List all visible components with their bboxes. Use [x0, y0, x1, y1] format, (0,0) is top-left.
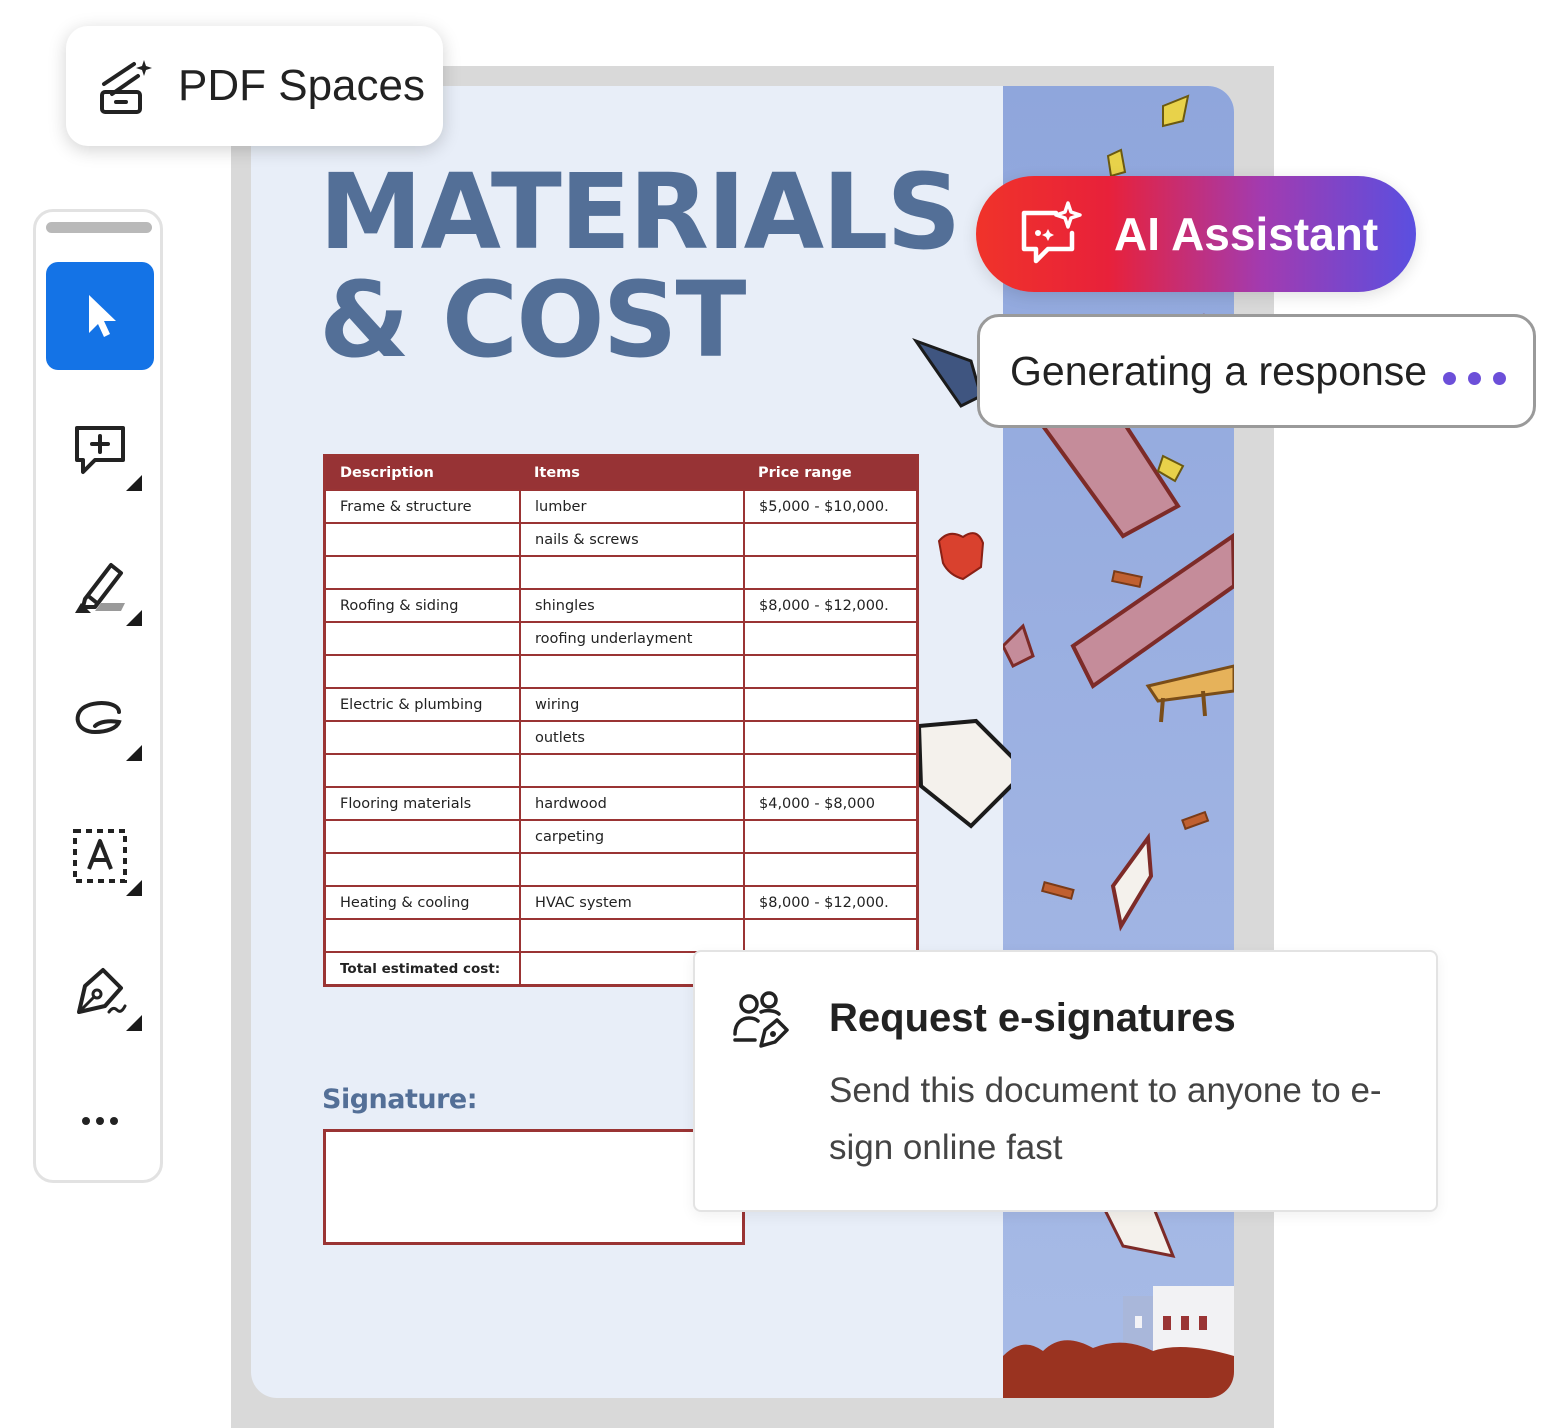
add-comment-icon: [75, 426, 125, 474]
cell-price: $8,000 - $12,000.: [743, 588, 918, 622]
cell-price: [743, 720, 918, 754]
table-row: roofing underlayment: [324, 621, 918, 655]
esign-description: Send this document to anyone to e-sign o…: [829, 1071, 1382, 1167]
submenu-indicator: [126, 880, 142, 896]
cell-items: [519, 555, 744, 589]
ai-chat-sparkle-icon: [1021, 201, 1082, 264]
cell-description: Frame & structure: [324, 489, 520, 523]
select-tool-button[interactable]: [46, 262, 154, 370]
cell-description: [324, 918, 520, 952]
table-row: Frame & structure lumber $5,000 - $10,00…: [324, 489, 918, 523]
more-icon: [82, 1117, 118, 1125]
pen-sign-icon: [77, 968, 127, 1014]
loading-dots-icon: [1443, 358, 1507, 385]
cell-price: [743, 687, 918, 721]
cell-description: Roofing & siding: [324, 588, 520, 622]
generating-response-text: Generating a response: [1010, 347, 1428, 394]
table-row: [324, 852, 918, 886]
column-header-price-range: Price range: [744, 455, 918, 490]
cell-items: shingles: [519, 588, 744, 622]
cell-items: roofing underlayment: [519, 621, 744, 655]
request-signature-icon: [733, 991, 789, 1048]
table-row: Electric & plumbing wiring: [324, 687, 918, 721]
submenu-indicator: [126, 1015, 142, 1031]
table-header-row: Description Items Price range: [324, 455, 918, 490]
submenu-indicator: [126, 475, 142, 491]
cell-price: [743, 918, 918, 952]
highlight-tool-button[interactable]: [46, 532, 154, 640]
request-esignatures-card[interactable]: Request e-signatures Send this document …: [693, 950, 1438, 1212]
freehand-draw-icon: [75, 701, 122, 735]
cell-description: Flooring materials: [324, 786, 520, 820]
highlighter-icon: [75, 563, 125, 613]
cell-description: [324, 555, 520, 589]
cell-items: [519, 654, 744, 688]
signature-label: Signature:: [322, 1084, 478, 1115]
cell-price: [743, 654, 918, 688]
cell-items: wiring: [519, 687, 744, 721]
cell-price: $5,000 - $10,000.: [743, 489, 918, 523]
esign-title: Request e-signatures: [829, 996, 1236, 1040]
column-header-description: Description: [324, 455, 520, 490]
cell-items: lumber: [519, 489, 744, 523]
cell-description: [324, 654, 520, 688]
cell-description: [324, 753, 520, 787]
pdf-spaces-label: PDF Spaces: [178, 61, 425, 110]
cell-price: [743, 522, 918, 556]
comment-tool-button[interactable]: [46, 397, 154, 505]
cursor-icon: [89, 295, 116, 337]
cell-items: carpeting: [519, 819, 744, 853]
pdf-spaces-icon: [100, 60, 152, 114]
cell-price: [743, 852, 918, 886]
cell-price: [743, 753, 918, 787]
cell-items: outlets: [519, 720, 744, 754]
ai-assistant-button[interactable]: AI Assistant: [976, 176, 1416, 292]
cell-items: hardwood: [519, 786, 744, 820]
cell-price: [743, 555, 918, 589]
tools-toolbar: [33, 209, 163, 1183]
cell-description: Heating & cooling: [324, 885, 520, 919]
draw-tool-button[interactable]: [46, 667, 154, 775]
cell-description: [324, 852, 520, 886]
submenu-indicator: [126, 610, 142, 626]
table-row: Roofing & siding shingles $8,000 - $12,0…: [324, 588, 918, 622]
cell-price: [743, 819, 918, 853]
cell-price: $8,000 - $12,000.: [743, 885, 918, 919]
table-row: [324, 654, 918, 688]
cell-description: Electric & plumbing: [324, 687, 520, 721]
column-header-items: Items: [520, 455, 744, 490]
cell-items: [519, 753, 744, 787]
cell-description: [324, 819, 520, 853]
table-row: carpeting: [324, 819, 918, 853]
ai-response-status: Generating a response: [977, 314, 1536, 428]
cell-description: [324, 522, 520, 556]
cell-items: [519, 918, 744, 952]
cell-items: [519, 852, 744, 886]
cell-items: HVAC system: [519, 885, 744, 919]
toolbar-drag-handle[interactable]: [46, 222, 152, 233]
cell-description: [324, 720, 520, 754]
pdf-spaces-button[interactable]: PDF Spaces: [66, 26, 443, 146]
document-title: MATERIALS & COST: [319, 151, 961, 381]
cell-description: [324, 621, 520, 655]
table-row: Flooring materials hardwood $4,000 - $8,…: [324, 786, 918, 820]
sign-tool-button[interactable]: [46, 937, 154, 1045]
ai-assistant-label: AI Assistant: [1114, 208, 1379, 260]
materials-cost-table: Description Items Price range Frame & st…: [323, 454, 919, 987]
text-box-icon: [73, 829, 127, 883]
more-tools-button[interactable]: [46, 1067, 154, 1175]
table-row: outlets: [324, 720, 918, 754]
signature-field[interactable]: [323, 1129, 745, 1245]
text-tool-button[interactable]: [46, 802, 154, 910]
table-row: Heating & cooling HVAC system $8,000 - $…: [324, 885, 918, 919]
cell-items: nails & screws: [519, 522, 744, 556]
table-row: [324, 753, 918, 787]
cell-price: $4,000 - $8,000: [743, 786, 918, 820]
cell-price: [743, 621, 918, 655]
table-row: [324, 555, 918, 589]
total-estimated-cost-label: Total estimated cost:: [324, 951, 520, 986]
table-row: [324, 918, 918, 952]
table-row: nails & screws: [324, 522, 918, 556]
submenu-indicator: [126, 745, 142, 761]
